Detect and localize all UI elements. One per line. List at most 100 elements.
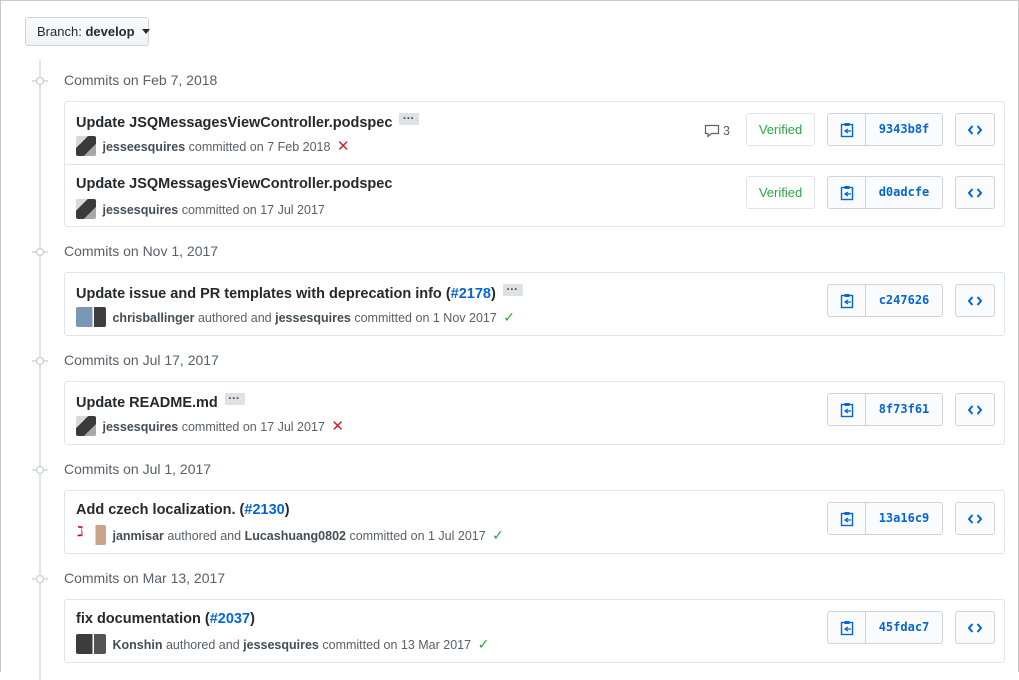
- commit-author-link[interactable]: chrisballinger: [112, 311, 194, 325]
- commit-row: Update README.md jessesquires committed …: [65, 382, 1004, 444]
- copy-sha-button[interactable]: [828, 503, 866, 534]
- commit-meta-text: committed on 7 Feb 2018: [188, 140, 331, 154]
- commit-author-link[interactable]: jessesquires: [102, 420, 178, 434]
- pull-request-link[interactable]: #2037: [210, 611, 250, 627]
- commit-group-header: Commits on Nov 1, 2017: [28, 240, 528, 264]
- committer-link[interactable]: jessesquires: [243, 638, 319, 652]
- avatar[interactable]: [76, 136, 96, 156]
- avatar[interactable]: [76, 634, 106, 654]
- commit-meta-text: committed on 1 Nov 2017: [354, 311, 497, 325]
- commit-row: fix documentation (#2037) Konshin author…: [65, 600, 1004, 662]
- code-icon: [968, 513, 982, 524]
- commit-group-title: Commits on Jul 1, 2017: [64, 461, 212, 477]
- commit-row: Update JSQMessagesViewController.podspec…: [65, 102, 1004, 164]
- avatar[interactable]: [76, 199, 96, 219]
- committer-link[interactable]: jessesquires: [275, 311, 351, 325]
- git-commit-icon: [32, 465, 48, 475]
- commit-row: Update JSQMessagesViewController.podspec…: [65, 164, 1004, 226]
- commit-sha-link[interactable]: 45fdac7: [866, 612, 942, 643]
- verified-badge[interactable]: Verified: [746, 113, 815, 146]
- git-commit-icon: [32, 76, 48, 86]
- branch-name: develop: [85, 24, 135, 39]
- avatar[interactable]: [76, 416, 96, 436]
- commit-group-list: Add czech localization. (#2130) ℷ janmis…: [64, 490, 1005, 554]
- commit-author-link[interactable]: Konshin: [112, 638, 162, 652]
- copy-sha-button[interactable]: [828, 177, 866, 208]
- commit-group-list: Update issue and PR templates with depre…: [64, 272, 1005, 336]
- clippy-icon: [840, 185, 853, 200]
- copy-sha-button[interactable]: [828, 394, 866, 425]
- commit-group-title: Commits on Feb 7, 2018: [64, 72, 218, 88]
- commit-author-link[interactable]: jesseesquires: [102, 140, 185, 154]
- commit-meta-text: committed on 13 Mar 2017: [322, 638, 472, 652]
- browse-repo-button[interactable]: [955, 284, 995, 317]
- commit-sha-link[interactable]: 13a16c9: [866, 503, 942, 534]
- commit-sha-link[interactable]: 8f73f61: [866, 394, 942, 425]
- commit-message-link[interactable]: Update JSQMessagesViewController.podspec: [76, 115, 392, 131]
- copy-sha-button[interactable]: [828, 612, 866, 643]
- committer-link[interactable]: Lucashuang0802: [245, 529, 346, 543]
- commit-message-link[interactable]: Add czech localization. (: [76, 502, 244, 518]
- code-icon: [968, 187, 982, 198]
- commit-group-header: Commits on Jul 17, 2017: [28, 349, 528, 373]
- commit-group-title: Commits on Mar 13, 2017: [64, 570, 226, 586]
- clippy-icon: [840, 620, 853, 635]
- commit-row: Update issue and PR templates with depre…: [65, 273, 1004, 335]
- commit-group-title: Commits on Jul 17, 2017: [64, 352, 219, 368]
- commit-group-header: Commits on Jul 1, 2017: [28, 458, 528, 482]
- commit-message-link[interactable]: Update JSQMessagesViewController.podspec: [76, 176, 392, 192]
- avatar[interactable]: ℷ: [76, 525, 106, 545]
- browse-repo-button[interactable]: [955, 176, 995, 209]
- status-success-icon[interactable]: ✓: [492, 527, 504, 543]
- status-fail-icon[interactable]: ✕: [337, 138, 350, 155]
- branch-label: Branch:: [37, 24, 82, 39]
- branch-select-button[interactable]: Branch: develop: [25, 17, 151, 46]
- browse-repo-button[interactable]: [955, 393, 995, 426]
- browse-repo-button[interactable]: [955, 113, 995, 146]
- browse-repo-button[interactable]: [955, 611, 995, 644]
- commit-message-link[interactable]: Update issue and PR templates with depre…: [76, 286, 451, 302]
- commit-meta-text: committed on 1 Jul 2017: [349, 529, 486, 543]
- commit-row: Add czech localization. (#2130) ℷ janmis…: [65, 491, 1004, 553]
- commit-group-list: fix documentation (#2037) Konshin author…: [64, 599, 1005, 663]
- commit-message-link[interactable]: fix documentation (: [76, 611, 210, 627]
- commit-author-link[interactable]: janmisar: [112, 529, 163, 543]
- expand-message-button[interactable]: [224, 388, 245, 405]
- clippy-icon: [840, 402, 853, 417]
- browse-repo-button[interactable]: [955, 502, 995, 535]
- pull-request-link[interactable]: #2178: [451, 286, 491, 302]
- code-icon: [968, 404, 982, 415]
- commit-meta-text: committed on 17 Jul 2017: [181, 420, 325, 434]
- pull-request-link[interactable]: #2130: [244, 502, 284, 518]
- git-commit-icon: [32, 356, 48, 366]
- code-icon: [968, 124, 982, 135]
- avatar[interactable]: [76, 307, 106, 327]
- code-icon: [968, 622, 982, 633]
- copy-sha-button[interactable]: [828, 285, 866, 316]
- commit-message-link[interactable]: Update README.md: [76, 395, 218, 411]
- commit-sha-link[interactable]: c247626: [866, 285, 942, 316]
- commit-sha-link[interactable]: 9343b8f: [866, 114, 942, 145]
- status-success-icon[interactable]: ✓: [478, 636, 490, 652]
- commit-author-link[interactable]: jessesquires: [102, 203, 178, 217]
- comment-count-link[interactable]: 3: [704, 124, 730, 138]
- status-success-icon[interactable]: ✓: [503, 309, 515, 325]
- status-fail-icon[interactable]: ✕: [331, 418, 344, 435]
- clippy-icon: [840, 293, 853, 308]
- sha-button-group: d0adcfe: [827, 176, 943, 209]
- sha-button-group: 45fdac7: [827, 611, 943, 644]
- sha-button-group: 13a16c9: [827, 502, 943, 535]
- commit-group-header: Commits on Mar 13, 2017: [28, 567, 528, 591]
- commit-meta-text: committed on 17 Jul 2017: [181, 203, 325, 217]
- chevron-down-icon: [142, 29, 151, 34]
- copy-sha-button[interactable]: [828, 114, 866, 145]
- commit-sha-link[interactable]: d0adcfe: [866, 177, 942, 208]
- expand-message-button[interactable]: [502, 279, 523, 296]
- sha-button-group: 9343b8f: [827, 113, 943, 146]
- sha-button-group: 8f73f61: [827, 393, 943, 426]
- commit-group-list: Update README.md jessesquires committed …: [64, 381, 1005, 445]
- git-commit-icon: [32, 574, 48, 584]
- expand-message-button[interactable]: [399, 108, 420, 125]
- commit-group-header: Commits on Feb 7, 2018: [28, 69, 528, 93]
- verified-badge[interactable]: Verified: [746, 176, 815, 209]
